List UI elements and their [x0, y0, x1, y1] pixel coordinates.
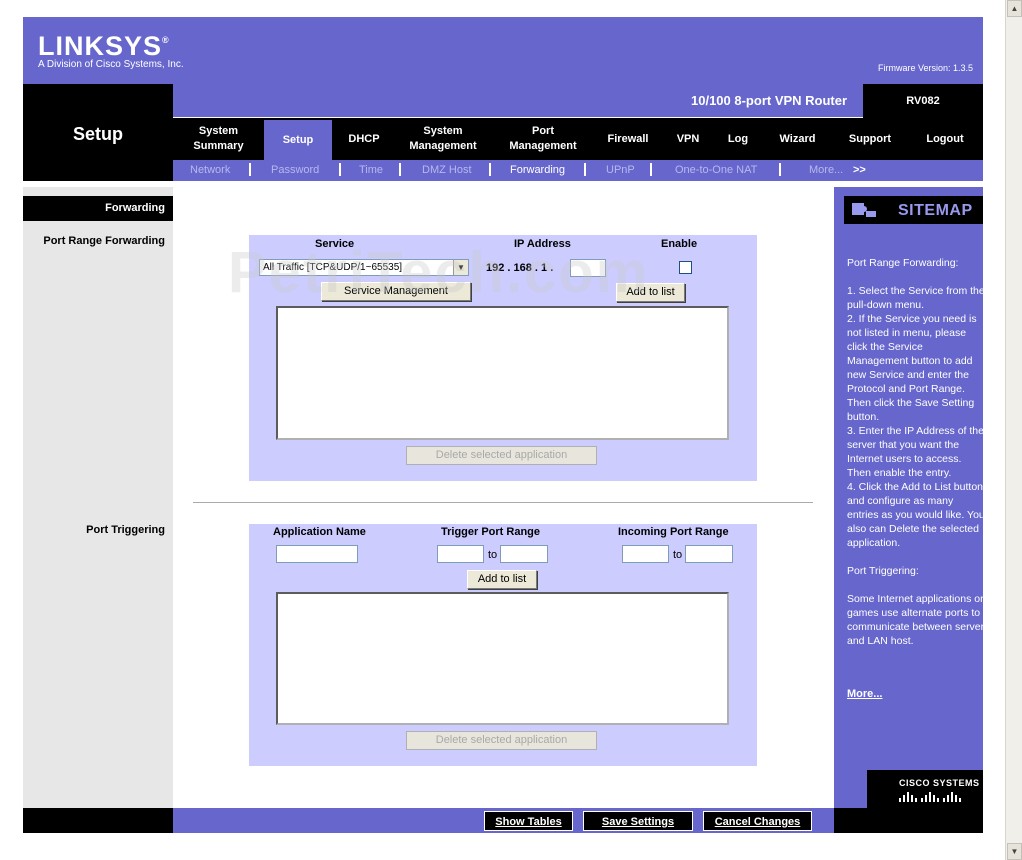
tab-vpn[interactable]: VPN	[668, 118, 708, 160]
puzzle-icon	[852, 203, 876, 217]
tab-logout[interactable]: Logout	[915, 118, 975, 160]
main-nav: System Summary Setup DHCP System Managemen…	[173, 118, 983, 160]
watermark: PetriTech.com	[228, 240, 650, 305]
sub-nav: Network Password Time DMZ Host Forwardin…	[173, 160, 983, 181]
subtab-more[interactable]: More...	[809, 164, 843, 176]
left-column: Forwarding Port Range Forwarding Port Tr…	[23, 187, 173, 808]
subtab-network[interactable]: Network	[190, 164, 230, 176]
col-application-name: Application Name	[273, 526, 366, 538]
col-incoming-port-range: Incoming Port Range	[618, 526, 729, 538]
to-label: to	[488, 549, 498, 561]
tab-system-summary[interactable]: System Summary	[181, 118, 256, 160]
trigger-port-start-input[interactable]	[437, 545, 484, 563]
enable-checkbox[interactable]	[679, 261, 692, 274]
pt-delete-button[interactable]: Delete selected application	[406, 731, 597, 750]
sitemap-column: SITEMAP Port Range Forwarding: 1. Select…	[834, 187, 986, 808]
cisco-bars-icon	[899, 792, 961, 802]
header-banner: LINKSYS® A Division of Cisco Systems, In…	[23, 17, 983, 84]
prf-rules-list[interactable]	[276, 306, 729, 440]
more-arrows-icon[interactable]: >>	[853, 164, 866, 176]
prf-delete-button[interactable]: Delete selected application	[406, 446, 597, 465]
footer-right	[834, 808, 983, 833]
tab-port-management[interactable]: Port Management	[498, 118, 588, 160]
firmware-version: Firmware Version: 1.3.5	[877, 63, 973, 73]
to-label: to	[673, 549, 683, 561]
cisco-logo: CISCO SYSTEMS	[867, 770, 983, 808]
help-more-link[interactable]: More...	[847, 688, 882, 700]
label-port-range-forwarding: Port Range Forwarding	[43, 235, 165, 247]
sub-nav-separator	[399, 163, 401, 176]
tab-firewall[interactable]: Firewall	[598, 118, 658, 160]
save-settings-button[interactable]: Save Settings	[583, 811, 693, 831]
tab-system-management[interactable]: System Management	[398, 118, 488, 160]
subtab-forwarding[interactable]: Forwarding	[510, 164, 565, 176]
sitemap-header[interactable]: SITEMAP	[844, 196, 983, 224]
subtab-dmz-host[interactable]: DMZ Host	[422, 164, 472, 176]
incoming-port-end-input[interactable]	[685, 545, 733, 563]
incoming-port-start-input[interactable]	[622, 545, 669, 563]
section-title-block: Setup	[23, 84, 173, 181]
sitemap-title: SITEMAP	[898, 202, 973, 219]
tab-wizard[interactable]: Wizard	[770, 118, 825, 160]
model-name: RV082	[863, 84, 983, 118]
section-divider	[193, 502, 813, 503]
logo-tagline: A Division of Cisco Systems, Inc.	[38, 59, 184, 70]
sub-nav-separator	[650, 163, 652, 176]
trigger-port-end-input[interactable]	[500, 545, 548, 563]
pt-rules-list[interactable]	[276, 592, 729, 725]
product-name: 10/100 8-port VPN Router	[691, 93, 848, 108]
tab-dhcp[interactable]: DHCP	[338, 118, 390, 160]
subtab-time[interactable]: Time	[359, 164, 383, 176]
sub-nav-separator	[339, 163, 341, 176]
label-port-triggering: Port Triggering	[86, 524, 165, 536]
page-scrollbar[interactable]: ▲ ▼	[1005, 0, 1022, 860]
footer-bar: Show Tables Save Settings Cancel Changes	[173, 808, 834, 833]
col-enable: Enable	[661, 238, 698, 250]
sub-nav-separator	[779, 163, 781, 176]
tab-setup[interactable]: Setup	[264, 120, 332, 160]
tab-support[interactable]: Support	[840, 118, 900, 160]
sub-nav-separator	[489, 163, 491, 176]
footer-left	[23, 808, 173, 833]
show-tables-button[interactable]: Show Tables	[484, 811, 573, 831]
subtab-one-to-one-nat[interactable]: One-to-One NAT	[675, 164, 757, 176]
col-trigger-port-range: Trigger Port Range	[441, 526, 541, 538]
cancel-changes-button[interactable]: Cancel Changes	[703, 811, 812, 831]
help-text: Port Range Forwarding: 1. Select the Ser…	[847, 257, 986, 647]
scroll-up-arrow-icon[interactable]: ▲	[1007, 0, 1022, 17]
tab-log[interactable]: Log	[718, 118, 758, 160]
section-title: Setup	[73, 124, 124, 144]
cisco-logo-text: CISCO SYSTEMS	[899, 778, 980, 788]
linksys-logo: LINKSYS®	[38, 31, 170, 61]
sub-nav-separator	[249, 163, 251, 176]
sub-nav-separator	[584, 163, 586, 176]
application-name-input[interactable]	[276, 545, 358, 563]
left-heading: Forwarding	[23, 196, 173, 221]
scroll-down-arrow-icon[interactable]: ▼	[1007, 843, 1022, 860]
product-bar: 10/100 8-port VPN Router RV082	[173, 84, 983, 118]
subtab-upnp[interactable]: UPnP	[606, 164, 635, 176]
subtab-password[interactable]: Password	[271, 164, 319, 176]
pt-add-to-list-button[interactable]: Add to list	[467, 570, 537, 589]
